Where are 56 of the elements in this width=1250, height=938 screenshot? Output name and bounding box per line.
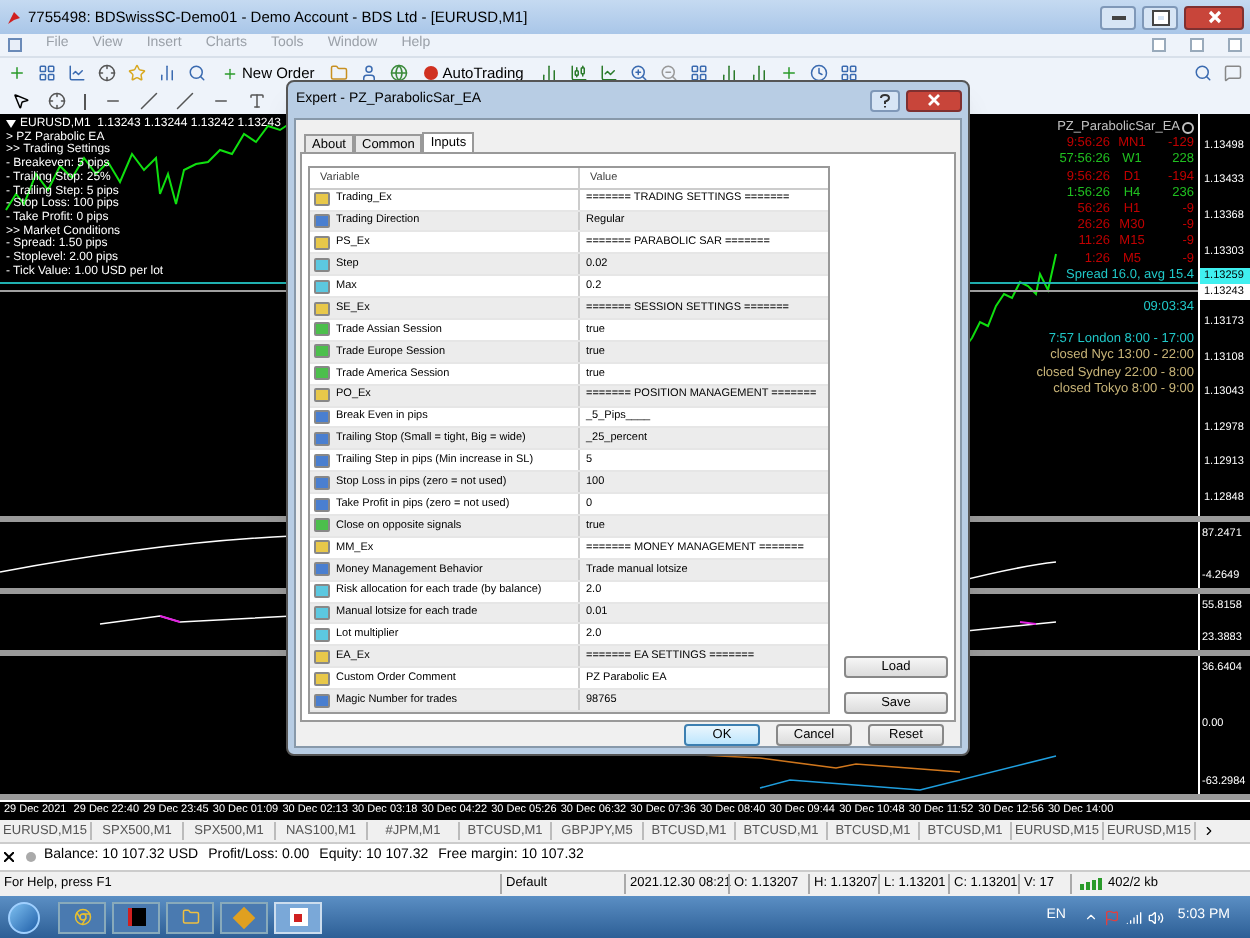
- clock-icon[interactable]: [809, 64, 828, 82]
- taskbar-app[interactable]: [112, 901, 160, 933]
- candlestick-icon[interactable]: [569, 64, 588, 82]
- line-chart-icon[interactable]: [599, 64, 618, 82]
- caret-icon[interactable]: [6, 120, 16, 129]
- globe-icon[interactable]: [390, 64, 409, 82]
- start-button[interactable]: [8, 901, 40, 933]
- close-icon: [1207, 10, 1221, 24]
- string-type-icon: [314, 192, 330, 207]
- star-icon[interactable]: [128, 64, 146, 82]
- minimize-button[interactable]: [1100, 5, 1136, 29]
- chart-icon[interactable]: [68, 64, 86, 82]
- folder-icon: [181, 908, 199, 926]
- connection-bars-icon: [1080, 878, 1104, 890]
- scroll-right-icon[interactable]: [1202, 824, 1216, 838]
- help-button[interactable]: [870, 89, 900, 111]
- zoom-in-icon[interactable]: [629, 64, 648, 82]
- search-icon[interactable]: [188, 64, 206, 82]
- browser-icon: [73, 908, 91, 926]
- close-button[interactable]: [1184, 5, 1244, 29]
- integer-type-icon: [314, 562, 330, 577]
- bar-chart-icon[interactable]: [539, 64, 558, 82]
- stop-icon: [424, 66, 439, 80]
- zoom-out-icon[interactable]: [659, 64, 678, 82]
- app-icon: [289, 908, 307, 926]
- close-icon: [928, 94, 940, 106]
- search-icon[interactable]: [1194, 64, 1212, 82]
- chat-icon[interactable]: [1224, 64, 1242, 82]
- volume-icon[interactable]: [1147, 909, 1164, 925]
- app-icon: [127, 908, 145, 926]
- integer-type-icon: [314, 693, 330, 708]
- cursor-icon[interactable]: [12, 92, 30, 110]
- string-type-icon: [314, 235, 330, 250]
- smiley-icon: [1182, 122, 1194, 135]
- user-icon[interactable]: [360, 64, 379, 82]
- folder-icon[interactable]: [330, 64, 349, 82]
- help-icon: [880, 93, 890, 107]
- string-type-icon: [314, 388, 330, 403]
- string-type-icon: [314, 540, 330, 555]
- vertical-line-icon[interactable]: [84, 93, 86, 109]
- trendline-icon[interactable]: [140, 92, 158, 110]
- show-hidden-icons[interactable]: [1083, 910, 1098, 924]
- crosshair-icon[interactable]: [98, 64, 116, 82]
- network-icon[interactable]: [1125, 909, 1142, 925]
- boolean-type-icon: [314, 518, 330, 533]
- close-icon[interactable]: [4, 852, 14, 862]
- integer-type-icon: [314, 213, 330, 228]
- close-button[interactable]: [906, 89, 962, 111]
- crosshair-icon[interactable]: [48, 92, 66, 110]
- taskbar-app[interactable]: [274, 901, 322, 933]
- maximize-button[interactable]: [1142, 5, 1178, 29]
- app-icon: [232, 905, 256, 929]
- plus-icon: [222, 65, 238, 81]
- string-type-icon: [314, 301, 330, 316]
- app-logo-icon: [6, 9, 22, 25]
- text-icon[interactable]: [248, 92, 266, 110]
